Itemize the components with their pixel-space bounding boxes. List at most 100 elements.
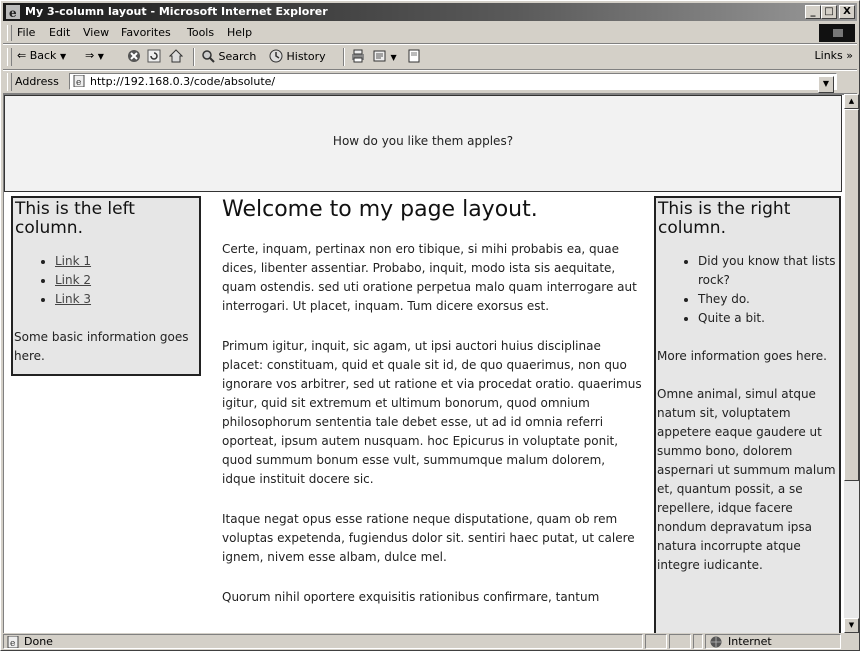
discuss-button[interactable] — [407, 49, 421, 63]
menubar-grip[interactable] — [7, 25, 12, 41]
windows-flag-icon — [819, 24, 855, 42]
right-info-text: More information goes here. — [657, 349, 827, 363]
print-icon — [352, 49, 364, 63]
addressbar-grip[interactable] — [7, 73, 12, 91]
address-label: Address — [15, 75, 59, 88]
link-2[interactable]: Link 2 — [55, 273, 91, 287]
back-button[interactable]: ⇐ Back ▼ — [17, 49, 66, 62]
status-main-panel: e Done — [3, 634, 643, 649]
menu-help[interactable]: Help — [227, 26, 252, 39]
print-button[interactable] — [351, 49, 365, 63]
menu-view[interactable]: View — [83, 26, 109, 39]
main-paragraph: Quorum nihil oportere exquisitis rationi… — [222, 590, 600, 604]
search-label: Search — [218, 50, 257, 63]
home-icon — [169, 49, 183, 63]
address-dropdown-button[interactable]: ▼ — [818, 76, 834, 93]
link-3[interactable]: Link 3 — [55, 292, 91, 306]
refresh-button[interactable] — [147, 49, 161, 63]
toolbar-separator — [193, 48, 195, 66]
page-banner: How do you like them apples? — [4, 95, 842, 192]
scroll-down-button[interactable]: ▼ — [844, 618, 859, 633]
forward-arrow-icon: ⇒ — [85, 49, 95, 62]
main-heading: Welcome to my page layout. — [222, 197, 538, 222]
minimize-button[interactable]: _ — [805, 5, 821, 19]
page-viewport: How do you like them apples? This is the… — [3, 94, 844, 633]
links-button[interactable]: Links » — [815, 49, 853, 62]
maximize-button[interactable]: □ — [821, 5, 837, 19]
list-item: Quite a bit. — [698, 309, 839, 328]
scroll-thumb[interactable] — [844, 109, 859, 481]
left-column: This is the left column. Link 1 Link 2 L… — [11, 196, 201, 376]
browser-window: e My 3-column layout - Microsoft Interne… — [0, 0, 860, 651]
list-item: They do. — [698, 290, 839, 309]
forward-button[interactable]: ⇒ ▼ — [85, 49, 104, 62]
right-column-heading: This is the right column. — [658, 199, 791, 238]
right-fact-list: Did you know that lists rock? They do. Q… — [656, 252, 839, 328]
close-button[interactable]: X — [839, 5, 855, 19]
link-1[interactable]: Link 1 — [55, 254, 91, 268]
toolbar-separator — [343, 48, 345, 66]
menu-favorites[interactable]: Favorites — [121, 26, 171, 39]
address-bar: Address e ▼ — [3, 70, 857, 94]
list-item: Did you know that lists rock? — [698, 252, 839, 290]
window-title: My 3-column layout - Microsoft Internet … — [25, 5, 328, 18]
stop-button[interactable] — [127, 49, 141, 63]
edit-button[interactable]: ▼ — [373, 49, 397, 63]
security-zone-label: Internet — [728, 635, 772, 648]
address-input[interactable] — [90, 74, 810, 89]
main-paragraph: Certe, inquam, pertinax non ero tibique,… — [222, 242, 637, 313]
main-content: Welcome to my page layout. Certe, inquam… — [222, 197, 642, 628]
menu-file[interactable]: File — [17, 26, 35, 39]
chevron-up-icon: ▲ — [848, 97, 855, 105]
menu-tools[interactable]: Tools — [187, 26, 214, 39]
title-bar[interactable]: e My 3-column layout - Microsoft Interne… — [3, 3, 857, 21]
vertical-scrollbar[interactable]: ▲ ▼ — [844, 94, 859, 633]
menu-bar: File Edit View Favorites Tools Help — [3, 23, 857, 44]
list-item: Link 2 — [55, 271, 199, 290]
chevron-down-icon: ▼ — [848, 621, 855, 629]
search-button[interactable]: Search — [201, 49, 256, 63]
svg-text:e: e — [76, 78, 81, 87]
ie-logo-icon: e — [6, 5, 20, 19]
status-text: Done — [24, 635, 53, 648]
refresh-icon — [147, 49, 161, 63]
main-paragraph: Itaque negat opus esse ratione neque dis… — [222, 512, 635, 564]
address-field[interactable]: e ▼ — [69, 73, 837, 93]
back-arrow-icon: ⇐ — [17, 49, 27, 62]
svg-text:e: e — [10, 639, 15, 648]
search-icon — [202, 50, 215, 63]
status-panel — [669, 634, 691, 649]
svg-text:e: e — [9, 6, 17, 19]
status-bar: e Done Internet — [3, 634, 857, 650]
page-done-icon: e — [7, 636, 19, 648]
chevron-down-icon: ▼ — [822, 79, 830, 88]
menu-edit[interactable]: Edit — [49, 26, 70, 39]
discuss-icon — [408, 49, 420, 63]
forward-dropdown-icon: ▼ — [97, 52, 104, 61]
right-body-text: Omne animal, simul atque natum sit, volu… — [657, 387, 836, 572]
page-icon: e — [73, 75, 85, 87]
left-info-text: Some basic information goes here. — [14, 330, 189, 363]
globe-icon — [710, 636, 722, 648]
left-column-heading: This is the left column. — [15, 199, 135, 238]
history-button[interactable]: History — [269, 49, 326, 63]
status-panel — [645, 634, 667, 649]
list-item: Link 3 — [55, 290, 199, 309]
status-zone-panel: Internet — [705, 634, 841, 649]
status-panel — [693, 634, 703, 649]
list-item: Link 1 — [55, 252, 199, 271]
standard-toolbar: ⇐ Back ▼ ⇒ ▼ Search History ▼ Links » — [3, 44, 857, 70]
main-paragraph: Primum igitur, inquit, sic agam, ut ipsi… — [222, 339, 642, 486]
right-column: This is the right column. Did you know t… — [654, 196, 841, 633]
back-label: Back — [29, 49, 57, 62]
scroll-up-button[interactable]: ▲ — [844, 94, 859, 109]
home-button[interactable] — [169, 49, 183, 63]
history-label: History — [286, 50, 326, 63]
left-link-list: Link 1 Link 2 Link 3 — [13, 252, 199, 309]
history-icon — [269, 49, 283, 63]
edit-page-icon — [373, 50, 386, 62]
back-dropdown-icon: ▼ — [59, 52, 67, 61]
banner-text: How do you like them apples? — [332, 134, 514, 148]
edit-dropdown-icon: ▼ — [390, 53, 397, 62]
toolbar-grip[interactable] — [7, 48, 12, 66]
